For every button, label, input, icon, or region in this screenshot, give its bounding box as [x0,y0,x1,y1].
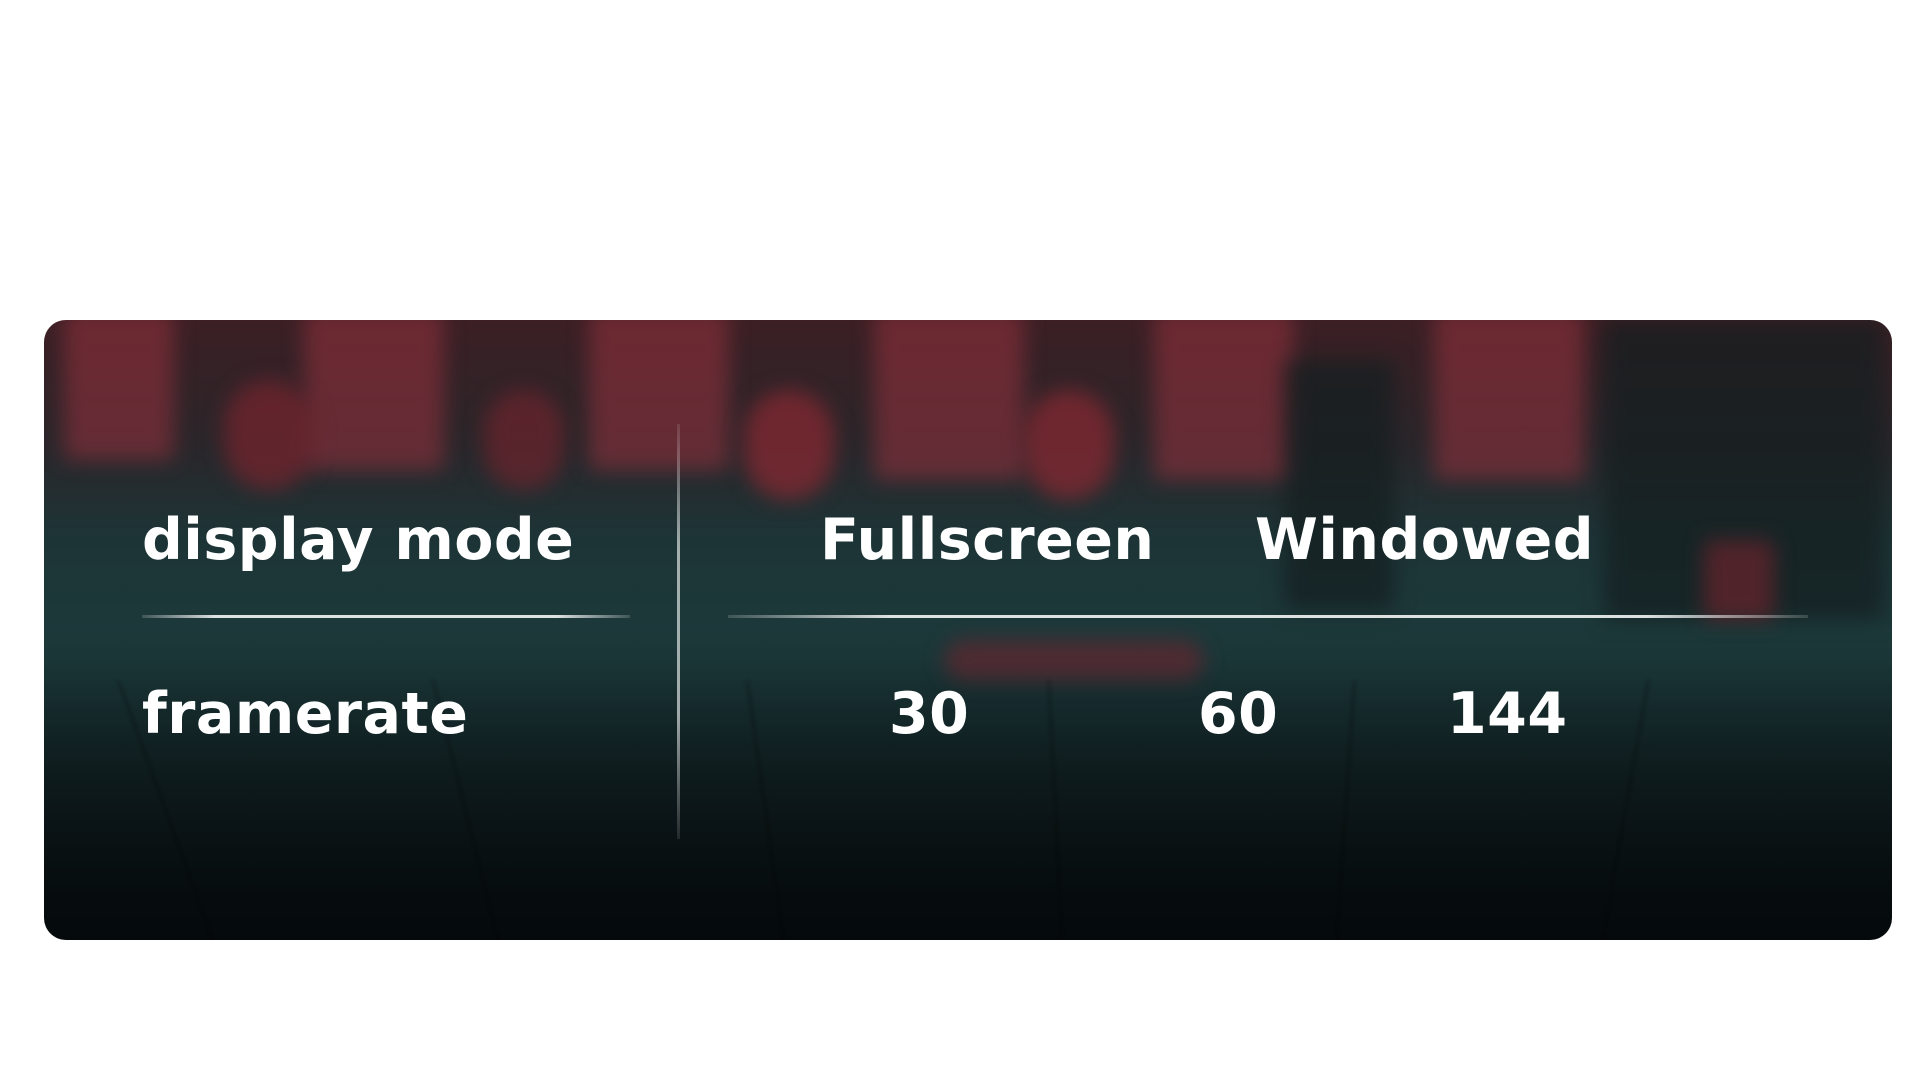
framerate-option-60[interactable]: 60 [1198,686,1278,743]
windowed-option[interactable]: Windowed [1255,512,1594,569]
row-separator-right [728,615,1808,618]
row-separator-left [142,615,630,618]
column-divider [677,424,680,839]
settings-panel: display mode Fullscreen Windowed framera… [44,320,1892,940]
framerate-label: framerate [142,681,469,747]
blurred-background-scene [44,320,1892,940]
fullscreen-option[interactable]: Fullscreen [820,512,1154,569]
display-mode-label: display mode [142,507,575,573]
framerate-option-30[interactable]: 30 [889,686,969,743]
framerate-option-144[interactable]: 144 [1447,686,1567,743]
